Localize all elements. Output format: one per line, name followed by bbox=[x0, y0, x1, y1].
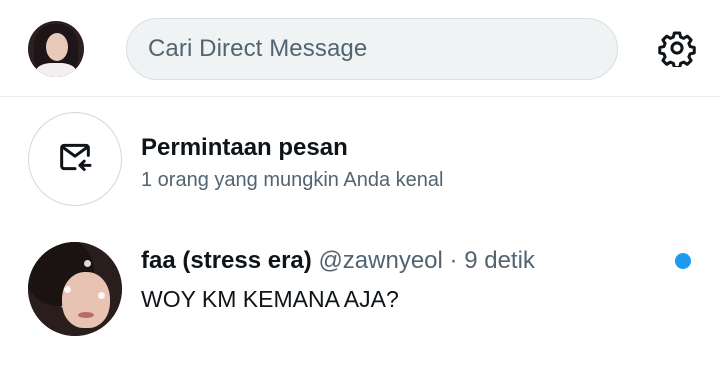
dm-header: Cari Direct Message bbox=[0, 0, 720, 97]
gear-icon[interactable] bbox=[658, 29, 696, 69]
conversation-avatar[interactable] bbox=[28, 242, 122, 336]
search-input[interactable]: Cari Direct Message bbox=[126, 18, 618, 80]
conversation-header: faa (stress era) @zawnyeol · 9 detik bbox=[141, 247, 535, 275]
avatar-face bbox=[46, 33, 68, 61]
envelope-arrow-icon bbox=[55, 137, 95, 182]
message-requests-subtitle: 1 orang yang mungkin Anda kenal bbox=[141, 169, 444, 191]
avatar-sparkle bbox=[84, 260, 91, 267]
avatar-lips bbox=[78, 312, 94, 318]
avatar-face bbox=[62, 272, 110, 328]
conversation-separator: · bbox=[449, 247, 458, 274]
conversation-item[interactable]: faa (stress era) @zawnyeol · 9 detik WOY… bbox=[0, 225, 720, 365]
conversation-name: faa (stress era) bbox=[141, 247, 312, 274]
avatar-sparkle bbox=[64, 286, 71, 293]
unread-indicator bbox=[675, 253, 691, 269]
profile-avatar[interactable] bbox=[28, 21, 84, 77]
message-requests-row[interactable]: Permintaan pesan 1 orang yang mungkin An… bbox=[0, 97, 720, 225]
conversation-last-message: WOY KM KEMANA AJA? bbox=[141, 286, 399, 312]
avatar-sparkle bbox=[98, 292, 105, 299]
dm-inbox: Cari Direct Message Permintaan pesan 1 o… bbox=[0, 0, 720, 365]
message-requests-icon-circle bbox=[28, 112, 122, 206]
conversation-handle: @zawnyeol bbox=[318, 247, 443, 274]
avatar-shirt bbox=[36, 63, 76, 77]
search-placeholder: Cari Direct Message bbox=[148, 35, 368, 62]
conversation-time: 9 detik bbox=[464, 247, 535, 274]
message-requests-title: Permintaan pesan bbox=[141, 134, 348, 161]
